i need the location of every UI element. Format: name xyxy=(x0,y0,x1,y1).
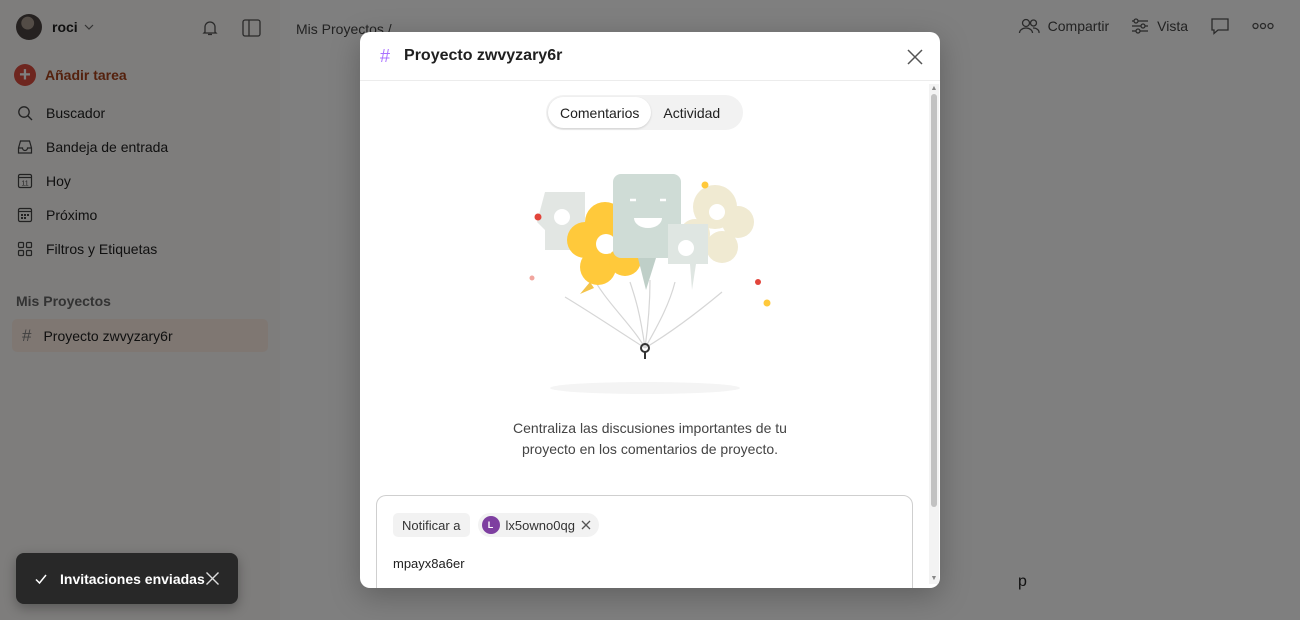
empty-state-text: Centraliza las discusiones importantes d… xyxy=(513,420,787,457)
modal-title: Proyecto zwvyzary6r xyxy=(404,47,563,64)
scroll-down-icon[interactable]: ▼ xyxy=(929,574,939,584)
modal-tabs: Comentarios Actividad xyxy=(546,95,743,130)
modal-scrollbar[interactable]: ▲ ▼ xyxy=(929,84,939,584)
tab-comments[interactable]: Comentarios xyxy=(548,97,652,128)
tab-activity[interactable]: Actividad xyxy=(651,97,732,128)
close-icon[interactable] xyxy=(906,48,924,66)
toast-notification: Invitaciones enviadas xyxy=(16,553,238,604)
scroll-up-icon[interactable]: ▲ xyxy=(929,84,939,94)
close-icon[interactable] xyxy=(205,571,220,586)
check-icon xyxy=(35,574,47,584)
notify-label[interactable]: Notificar a xyxy=(393,513,470,537)
project-comments-modal: # Proyecto zwvyzary6r Comentarios Activi… xyxy=(360,32,940,588)
modal-header: # Proyecto zwvyzary6r xyxy=(360,32,940,81)
comment-input[interactable]: mpayx8a6er xyxy=(393,556,465,571)
user-avatar: L xyxy=(481,516,500,534)
hash-icon: # xyxy=(380,45,391,66)
scroll-thumb[interactable] xyxy=(931,94,937,507)
chip-name: lx5owno0qg xyxy=(505,517,575,533)
toast-text: Invitaciones enviadas xyxy=(60,570,205,587)
notify-user-chip[interactable]: L lx5owno0qg xyxy=(477,513,599,537)
comment-editor[interactable]: Notificar a L lx5owno0qg mpayx8a6er xyxy=(376,495,913,588)
empty-comments-illustration xyxy=(529,174,771,394)
remove-icon[interactable] xyxy=(581,520,591,530)
notify-row: Notificar a L lx5owno0qg xyxy=(393,513,599,537)
